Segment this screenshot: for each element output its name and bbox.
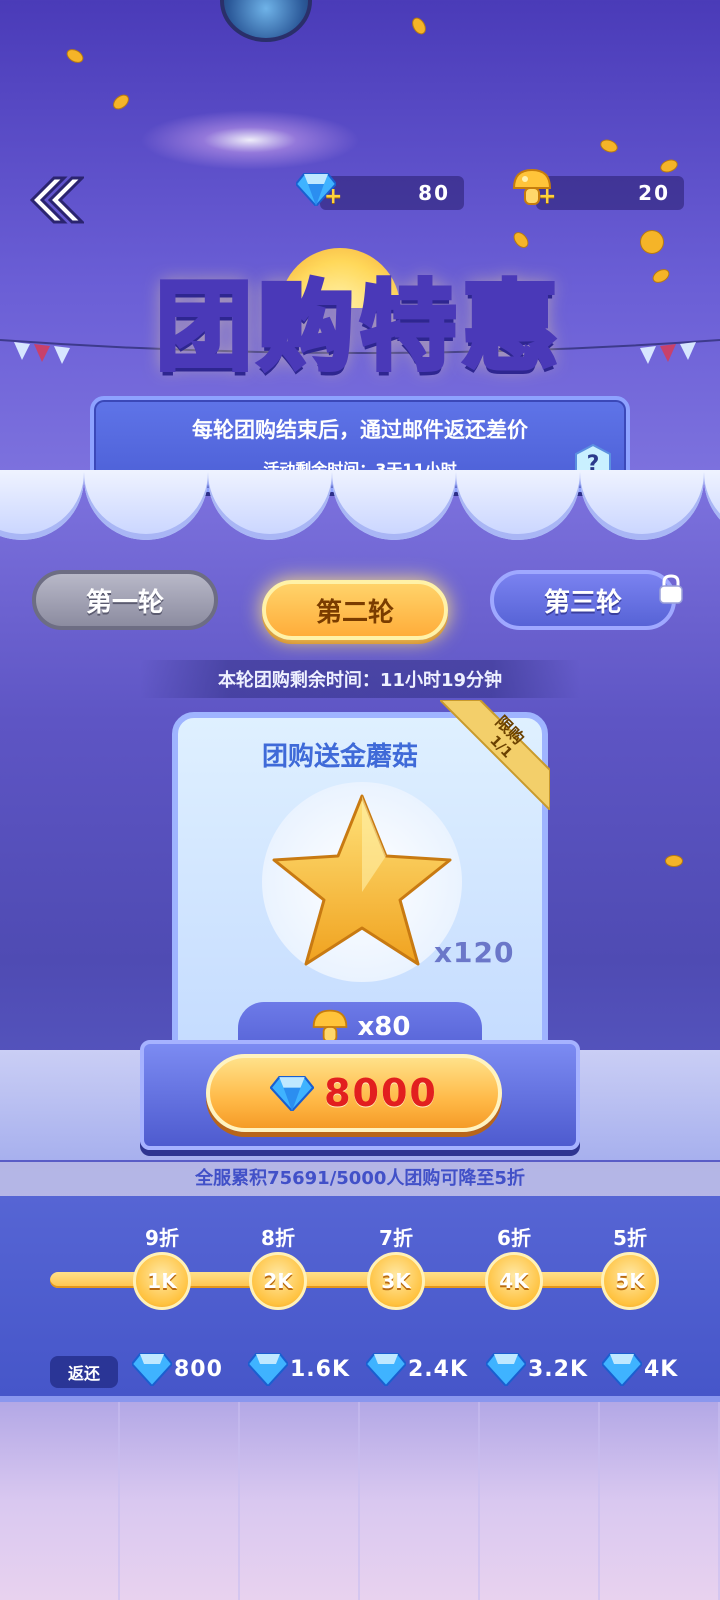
item-quantity: x120 [434,936,515,969]
coin-decoration [510,229,532,251]
blue-gem-icon [270,1076,315,1111]
tier-2-node: 2K [249,1252,307,1310]
tier-2-threshold: 2K [263,1269,293,1293]
tier-3-discount: 7折 [379,1226,413,1250]
add-gem-icon[interactable]: + [324,184,342,209]
mushroom-balance[interactable]: 20 [536,176,684,210]
tier-5-threshold: 5K [615,1269,645,1293]
blue-gem-icon [602,1353,642,1386]
blue-gem-icon [132,1353,172,1386]
coin-decoration [665,855,683,867]
blue-gem-icon [486,1353,526,1386]
banner-title: 团购特惠 [154,269,564,386]
lock-icon [658,574,684,604]
tier-3-node: 3K [367,1252,425,1310]
round-1-tab[interactable]: 第一轮 [32,570,218,630]
mascot-avatar [220,0,312,42]
tier-4-refund: 3.2K [486,1352,588,1386]
coin-decoration [650,266,672,286]
mushroom-balance-value: 20 [638,181,670,205]
gem-balance-value: 80 [418,181,450,205]
blue-gem-icon [366,1353,406,1386]
tier-3-refund-value: 2.4K [408,1356,469,1382]
tiled-floor [0,1402,720,1600]
buy-button[interactable]: 8000 [206,1054,502,1132]
round-2-tab[interactable]: 第二轮 [262,580,448,640]
awning [0,470,720,550]
blue-gem-icon [248,1353,288,1386]
coin-decoration [409,15,429,37]
back-button[interactable] [22,170,86,230]
refund-label: 返还 [50,1356,118,1388]
tier-3-threshold: 3K [381,1269,411,1293]
round-3-label: 第三轮 [543,587,622,618]
tier-5-discount: 5折 [613,1226,647,1250]
tier-4-refund-value: 3.2K [528,1356,589,1382]
sky-sparkle [140,110,360,170]
tier-4-discount: 6折 [497,1226,531,1250]
round-2-label: 第二轮 [315,597,394,628]
tier-1-refund: 800 [132,1352,223,1386]
bonus-quantity: x80 [357,1012,411,1042]
tier-2-refund: 1.6K [248,1352,350,1386]
coin-decoration [598,137,620,155]
tier-5-refund-value: 4K [644,1356,679,1382]
add-mushroom-icon[interactable]: + [538,184,556,209]
tier-1-refund-value: 800 [174,1356,223,1382]
tier-1-threshold: 1K [147,1269,177,1293]
tier-4-threshold: 4K [499,1269,529,1293]
buy-price: 8000 [324,1071,438,1115]
group-buy-progress: 全服累积75691/5000人团购可降至5折 [0,1162,720,1196]
purchase-limit-ribbon: 限购 1/1 [437,699,551,813]
tier-3-refund: 2.4K [366,1352,468,1386]
gold-star-icon [264,782,460,978]
tier-5-refund: 4K [602,1352,678,1386]
coin-decoration [64,46,86,66]
tier-2-refund-value: 1.6K [290,1356,351,1382]
coin-decoration [640,230,664,254]
tier-1-node: 1K [133,1252,191,1310]
tier-2-discount: 8折 [261,1226,295,1250]
coin-decoration [110,91,132,113]
round-3-tab[interactable]: 第三轮 [490,570,676,630]
double-chevron-left-icon [29,176,84,224]
round-1-label: 第一轮 [85,587,164,618]
coin-decoration [658,157,680,175]
tier-4-node: 4K [485,1252,543,1310]
round-remaining-time: 本轮团购剩余时间：11小时19分钟 [140,660,580,698]
tier-1-discount: 9折 [145,1226,179,1250]
event-description: 每轮团购结束后，通过邮件返还差价 [192,418,528,442]
tier-5-node: 5K [601,1252,659,1310]
